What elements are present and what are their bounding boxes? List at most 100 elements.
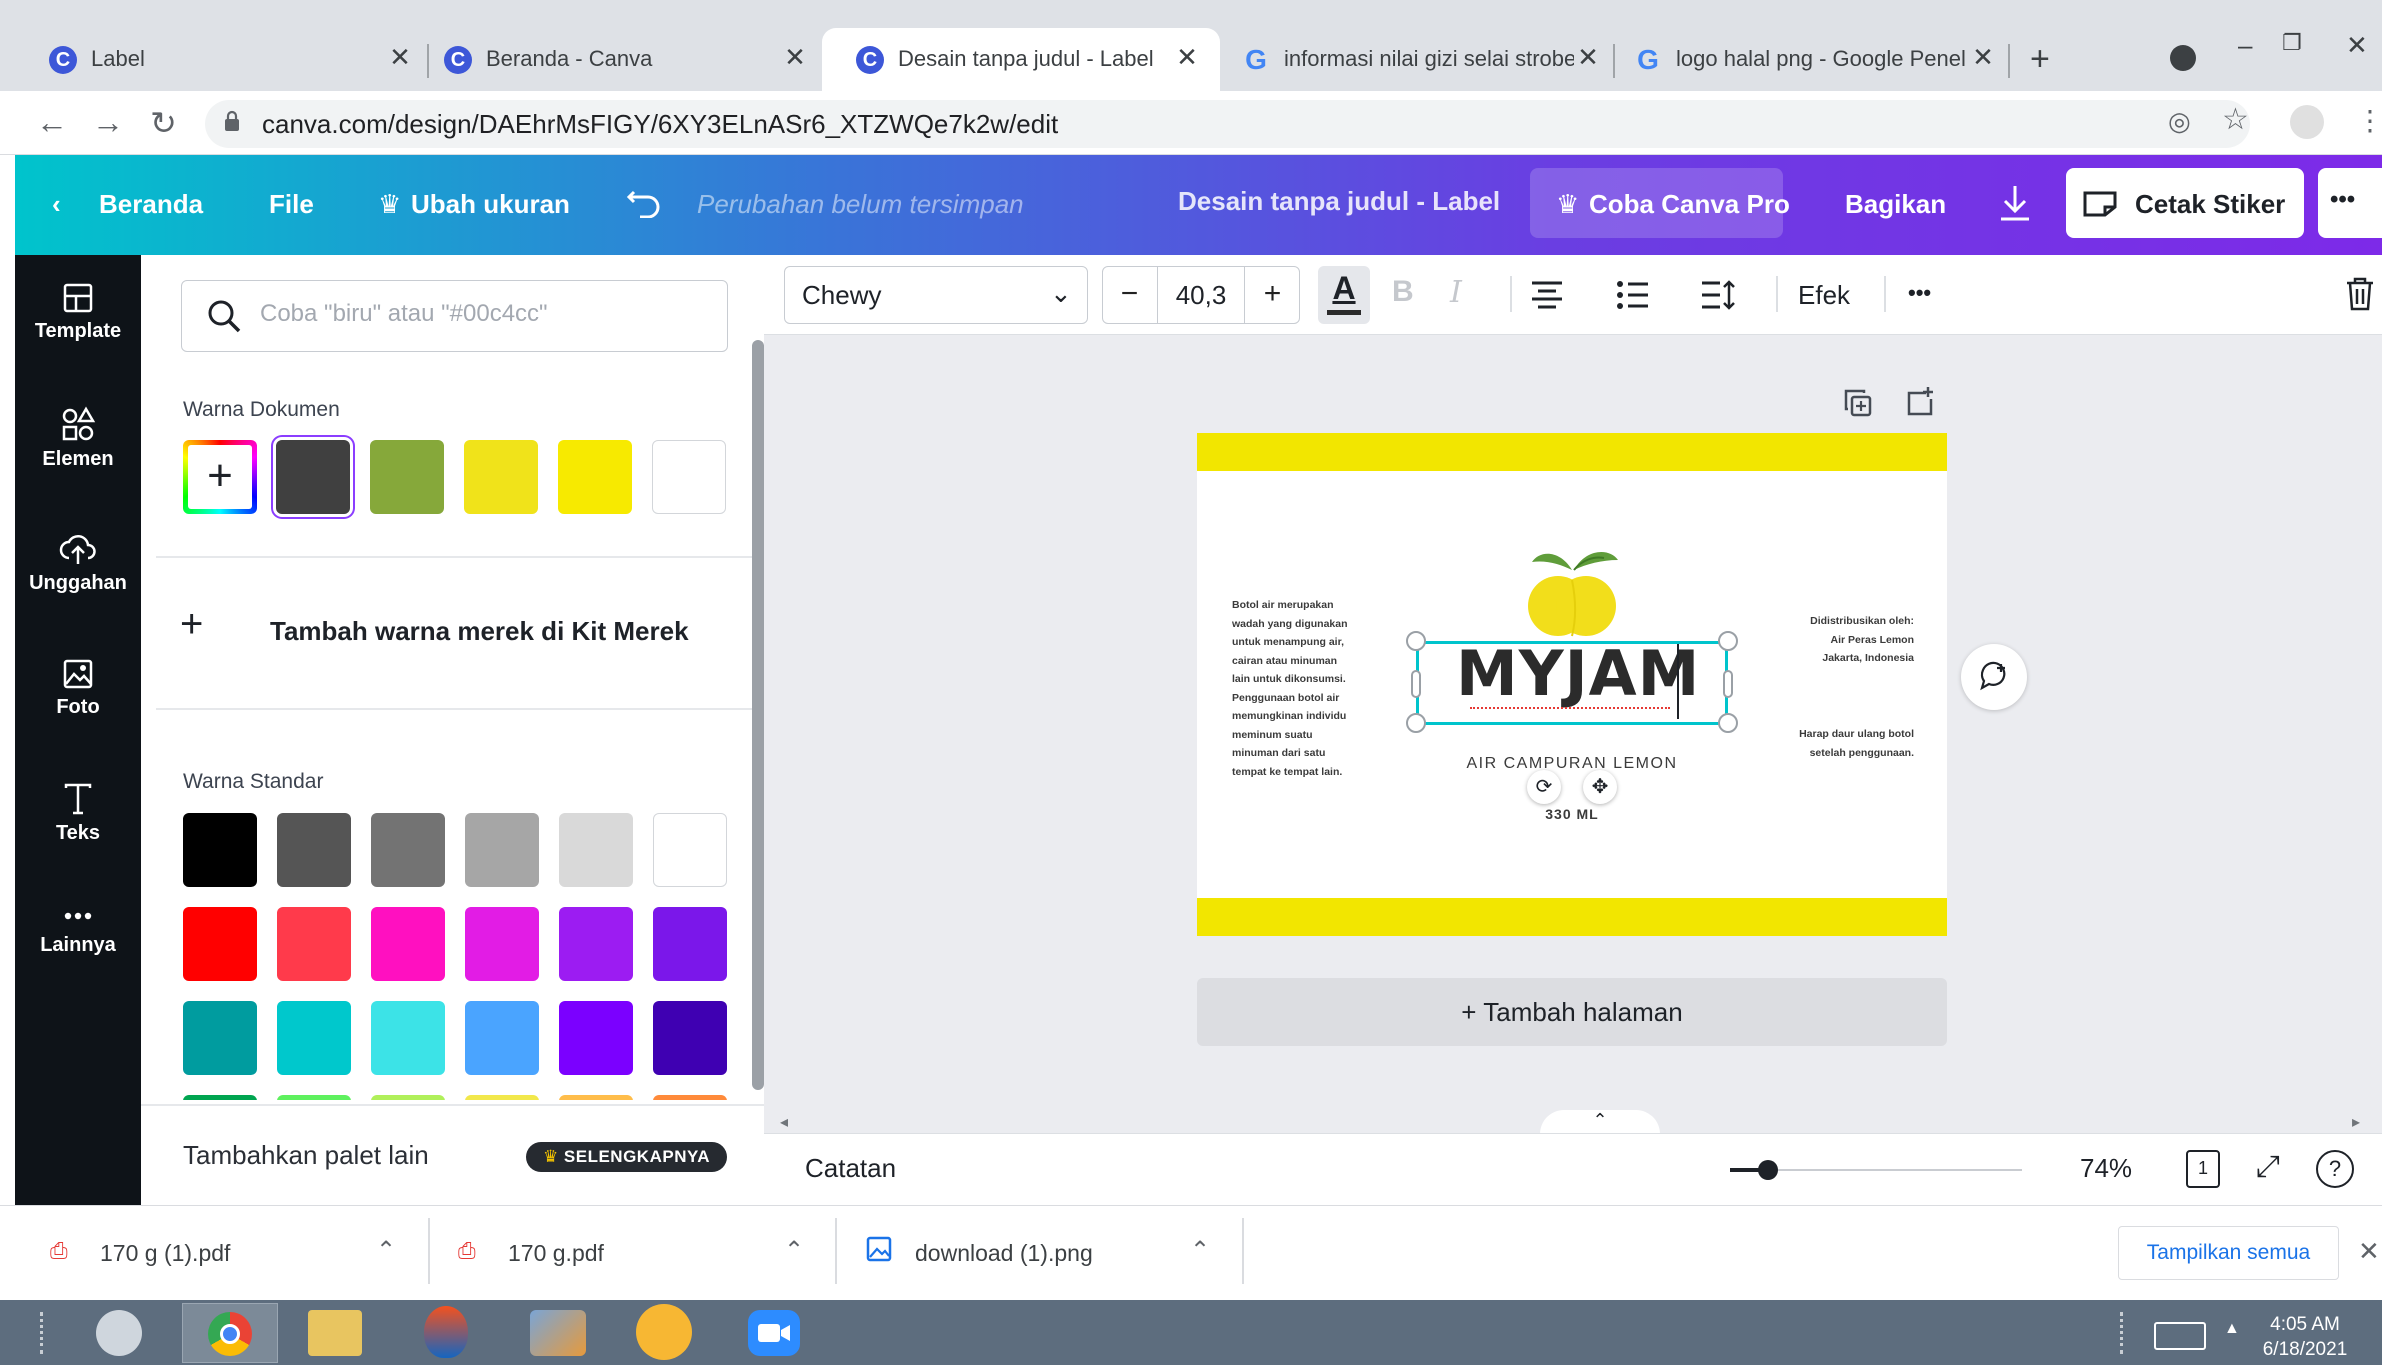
add-brand-colors-link[interactable]: Tambah warna merek di Kit Merek — [270, 616, 689, 647]
fullscreen-icon[interactable]: ⤢ — [2256, 1150, 2280, 1184]
recycle-text-block[interactable]: Harap daur ulang botol setelah penggunaan… — [1770, 725, 1914, 762]
standard-color-swatch[interactable] — [465, 907, 539, 981]
close-icon[interactable]: ✕ — [1172, 42, 1202, 72]
spacing-icon[interactable] — [1700, 280, 1736, 310]
decrease-size-button[interactable]: − — [1102, 266, 1158, 324]
add-page-button[interactable]: + Tambah halaman — [1197, 978, 1947, 1046]
eye-off-icon[interactable]: ◎ — [2168, 106, 2191, 137]
standard-color-swatch[interactable] — [465, 813, 539, 887]
document-color-swatch[interactable] — [464, 440, 538, 514]
list-icon[interactable] — [1616, 280, 1650, 310]
keyboard-icon[interactable] — [2154, 1322, 2206, 1350]
duplicate-page-icon[interactable] — [1843, 388, 1873, 418]
media-app-icon[interactable] — [530, 1310, 586, 1356]
close-icon[interactable]: ✕ — [2358, 1236, 2380, 1267]
standard-color-swatch[interactable] — [371, 907, 445, 981]
resize-handle-bl[interactable] — [1406, 713, 1426, 733]
standard-color-swatch[interactable] — [371, 813, 445, 887]
lemon-logo[interactable] — [1520, 540, 1624, 642]
share-button[interactable]: Bagikan — [1845, 182, 1946, 226]
rail-item-photos[interactable]: Foto — [15, 658, 141, 719]
trash-icon[interactable] — [2345, 276, 2375, 312]
chevron-up-icon[interactable]: ⌃ — [1190, 1236, 1210, 1265]
text-color-button[interactable]: A — [1318, 266, 1370, 324]
resize-handle-tl[interactable] — [1406, 631, 1426, 651]
help-icon[interactable]: ? — [2316, 1150, 2354, 1188]
taskbar-chrome-active[interactable] — [182, 1303, 278, 1363]
volume-text[interactable]: 330 ML — [1520, 806, 1624, 822]
resize-button[interactable]: Ubah ukuran — [411, 182, 570, 226]
download-icon[interactable] — [1998, 184, 2032, 222]
undo-icon[interactable] — [626, 186, 662, 218]
description-text-block[interactable]: Botol air merupakan wadah yang digunakan u… — [1232, 596, 1372, 781]
standard-color-swatch[interactable] — [277, 813, 351, 887]
close-icon[interactable]: ✕ — [1573, 42, 1603, 72]
tab-google-nutrition[interactable]: G informasi nilai gizi selai strober ✕ — [1208, 28, 1618, 91]
standard-color-swatch[interactable] — [183, 907, 257, 981]
bold-button[interactable]: B — [1392, 275, 1414, 309]
menu-icon[interactable]: ⋮ — [2356, 104, 2382, 137]
standard-color-swatch[interactable] — [277, 1095, 351, 1100]
standard-color-swatch[interactable] — [653, 1095, 727, 1100]
standard-color-swatch[interactable] — [277, 907, 351, 981]
new-tab-button[interactable]: + — [2030, 40, 2050, 79]
panel-scrollbar[interactable] — [752, 340, 764, 1090]
document-title[interactable]: Desain tanpa judul - Label — [1178, 186, 1500, 217]
distributor-text-block[interactable]: Didistribusikan oleh: Air Peras Lemon Jaka… — [1770, 612, 1914, 668]
tab-label[interactable]: C Label ✕ — [15, 28, 425, 91]
rail-item-template[interactable]: Template — [15, 282, 141, 343]
italic-button[interactable]: I — [1450, 275, 1462, 310]
reload-icon[interactable]: ↻ — [150, 104, 177, 142]
minimize-icon[interactable]: – — [2238, 30, 2252, 61]
document-color-swatch[interactable] — [652, 440, 726, 514]
standard-color-swatch[interactable] — [653, 813, 727, 887]
resize-handle-left[interactable] — [1411, 670, 1421, 698]
standard-color-swatch[interactable] — [183, 1095, 257, 1100]
standard-color-swatch[interactable] — [559, 1095, 633, 1100]
rail-item-elements[interactable]: Elemen — [15, 406, 141, 471]
standard-color-swatch[interactable] — [277, 1001, 351, 1075]
firefox-icon[interactable] — [424, 1306, 468, 1358]
home-button[interactable]: Beranda — [99, 182, 203, 226]
subtitle-text[interactable]: AIR CAMPURAN LEMON — [1440, 755, 1704, 773]
standard-color-swatch[interactable] — [183, 813, 257, 887]
resize-handle-br[interactable] — [1718, 713, 1738, 733]
tab-google-halal[interactable]: G logo halal png - Google Penel ✕ — [1600, 28, 2010, 91]
plus-icon[interactable]: + — [180, 604, 203, 644]
standard-color-swatch[interactable] — [465, 1095, 539, 1100]
chevron-up-icon[interactable]: ⌃ — [784, 1236, 804, 1265]
chevron-up-icon[interactable]: ⌃ — [1540, 1110, 1660, 1134]
standard-color-swatch[interactable] — [653, 907, 727, 981]
chevron-left-icon[interactable]: ‹ — [52, 182, 61, 226]
standard-color-swatch[interactable] — [371, 1001, 445, 1075]
see-more-button[interactable]: ♛ SELENGKAPNYA — [526, 1142, 727, 1172]
avatar[interactable] — [2290, 105, 2324, 139]
zoom-slider-knob[interactable] — [1758, 1160, 1778, 1180]
align-center-icon[interactable] — [1530, 280, 1564, 310]
restore-icon[interactable]: ❐ — [2282, 30, 2302, 56]
paint-app-icon[interactable] — [636, 1304, 692, 1360]
rotate-icon[interactable]: ⟳ — [1527, 770, 1561, 804]
standard-color-swatch[interactable] — [559, 813, 633, 887]
download-item-2[interactable]: 170 g.pdf — [508, 1240, 604, 1267]
rail-item-uploads[interactable]: Unggahan — [15, 532, 141, 595]
resize-handle-right[interactable] — [1723, 670, 1733, 698]
standard-color-swatch[interactable] — [465, 1001, 539, 1075]
resize-handle-tr[interactable] — [1718, 631, 1738, 651]
chevron-up-icon[interactable]: ⌃ — [376, 1236, 396, 1265]
add-page-icon[interactable] — [1906, 385, 1936, 417]
page-count-button[interactable]: 1 — [2186, 1150, 2220, 1188]
forward-icon[interactable]: → — [92, 104, 124, 141]
control-panel-icon[interactable] — [96, 1310, 142, 1356]
back-icon[interactable]: ← — [36, 104, 68, 141]
download-item-1[interactable]: 170 g (1).pdf — [100, 1240, 230, 1267]
standard-color-swatch[interactable] — [183, 1001, 257, 1075]
file-explorer-icon[interactable] — [308, 1310, 362, 1356]
document-color-swatch[interactable] — [370, 440, 444, 514]
document-color-swatch[interactable] — [558, 440, 632, 514]
standard-color-swatch[interactable] — [653, 1001, 727, 1075]
move-icon[interactable]: ✥ — [1583, 770, 1617, 804]
zoom-app-icon[interactable] — [748, 1310, 800, 1356]
close-icon[interactable]: ✕ — [780, 42, 810, 72]
profile-dropdown-icon[interactable] — [2170, 45, 2196, 71]
